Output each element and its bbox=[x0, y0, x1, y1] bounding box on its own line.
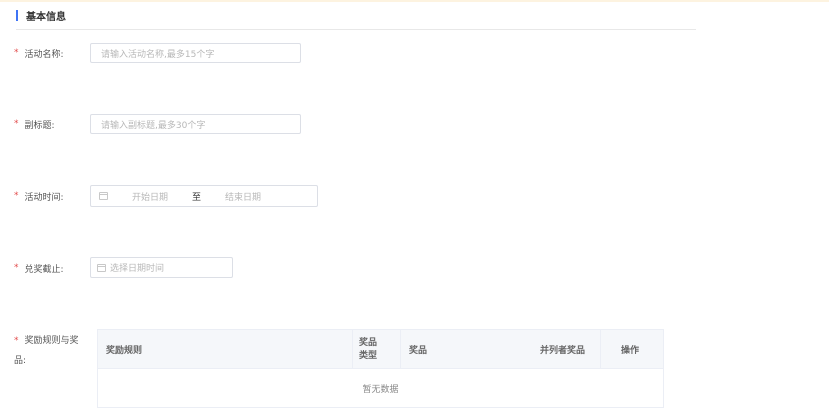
column-header-prize: 奖品 bbox=[400, 330, 532, 369]
redeem-deadline-label-text: 兑奖截止: bbox=[24, 264, 64, 275]
section-accent-bar bbox=[16, 9, 18, 21]
required-mark: * bbox=[14, 336, 19, 346]
required-mark: * bbox=[14, 48, 19, 58]
subtitle-label-text: 副标题: bbox=[24, 120, 55, 131]
calendar-icon bbox=[99, 192, 108, 200]
section-header: 基本信息 bbox=[16, 8, 66, 23]
activity-name-input[interactable]: 请输入活动名称,最多15个字 bbox=[90, 43, 301, 63]
activity-time-range-picker[interactable]: 开始日期 至 结束日期 bbox=[90, 185, 318, 207]
section-divider bbox=[16, 29, 696, 30]
activity-name-label: * 活动名称: bbox=[14, 43, 64, 63]
prize-rules-label: * 奖励规则与奖品: bbox=[14, 331, 82, 371]
column-header-rule: 奖励规则 bbox=[106, 346, 143, 356]
activity-name-placeholder: 请输入活动名称,最多15个字 bbox=[101, 49, 215, 60]
redeem-deadline-placeholder: 选择日期时间 bbox=[110, 264, 165, 274]
top-border bbox=[0, 0, 829, 2]
prize-rules-label-text: 奖励规则与奖品: bbox=[14, 336, 79, 366]
column-header-prize-type: 奖品类型 bbox=[352, 330, 400, 369]
activity-time-label-text: 活动时间: bbox=[24, 192, 64, 203]
redeem-deadline-label: * 兑奖截止: bbox=[14, 258, 64, 278]
subtitle-placeholder: 请输入副标题,最多30个字 bbox=[101, 120, 206, 131]
activity-time-label: * 活动时间: bbox=[14, 186, 64, 206]
range-separator: 至 bbox=[192, 192, 202, 203]
table-header: 奖励规则 奖品类型 奖品 并列者奖品 操作 bbox=[98, 330, 663, 369]
required-mark: * bbox=[14, 119, 19, 129]
subtitle-input[interactable]: 请输入副标题,最多30个字 bbox=[90, 114, 301, 134]
column-header-prize-type-text: 奖品类型 bbox=[359, 337, 378, 361]
redeem-deadline-datetime-picker[interactable]: 选择日期时间 bbox=[90, 257, 233, 278]
activity-name-label-text: 活动名称: bbox=[24, 49, 64, 60]
subtitle-label: * 副标题: bbox=[14, 114, 55, 134]
calendar-icon bbox=[97, 263, 106, 272]
prize-rules-table: 奖励规则 奖品类型 奖品 并列者奖品 操作 暂无数据 bbox=[97, 329, 664, 408]
table-empty-text: 暂无数据 bbox=[362, 385, 399, 395]
start-date-input[interactable]: 开始日期 bbox=[132, 190, 168, 203]
required-mark: * bbox=[14, 191, 19, 201]
column-header-actions: 操作 bbox=[600, 330, 663, 369]
section-title: 基本信息 bbox=[26, 11, 66, 23]
column-header-tie-prize: 并列者奖品 bbox=[540, 346, 586, 356]
required-mark: * bbox=[14, 263, 19, 273]
end-date-input[interactable]: 结束日期 bbox=[225, 190, 261, 203]
